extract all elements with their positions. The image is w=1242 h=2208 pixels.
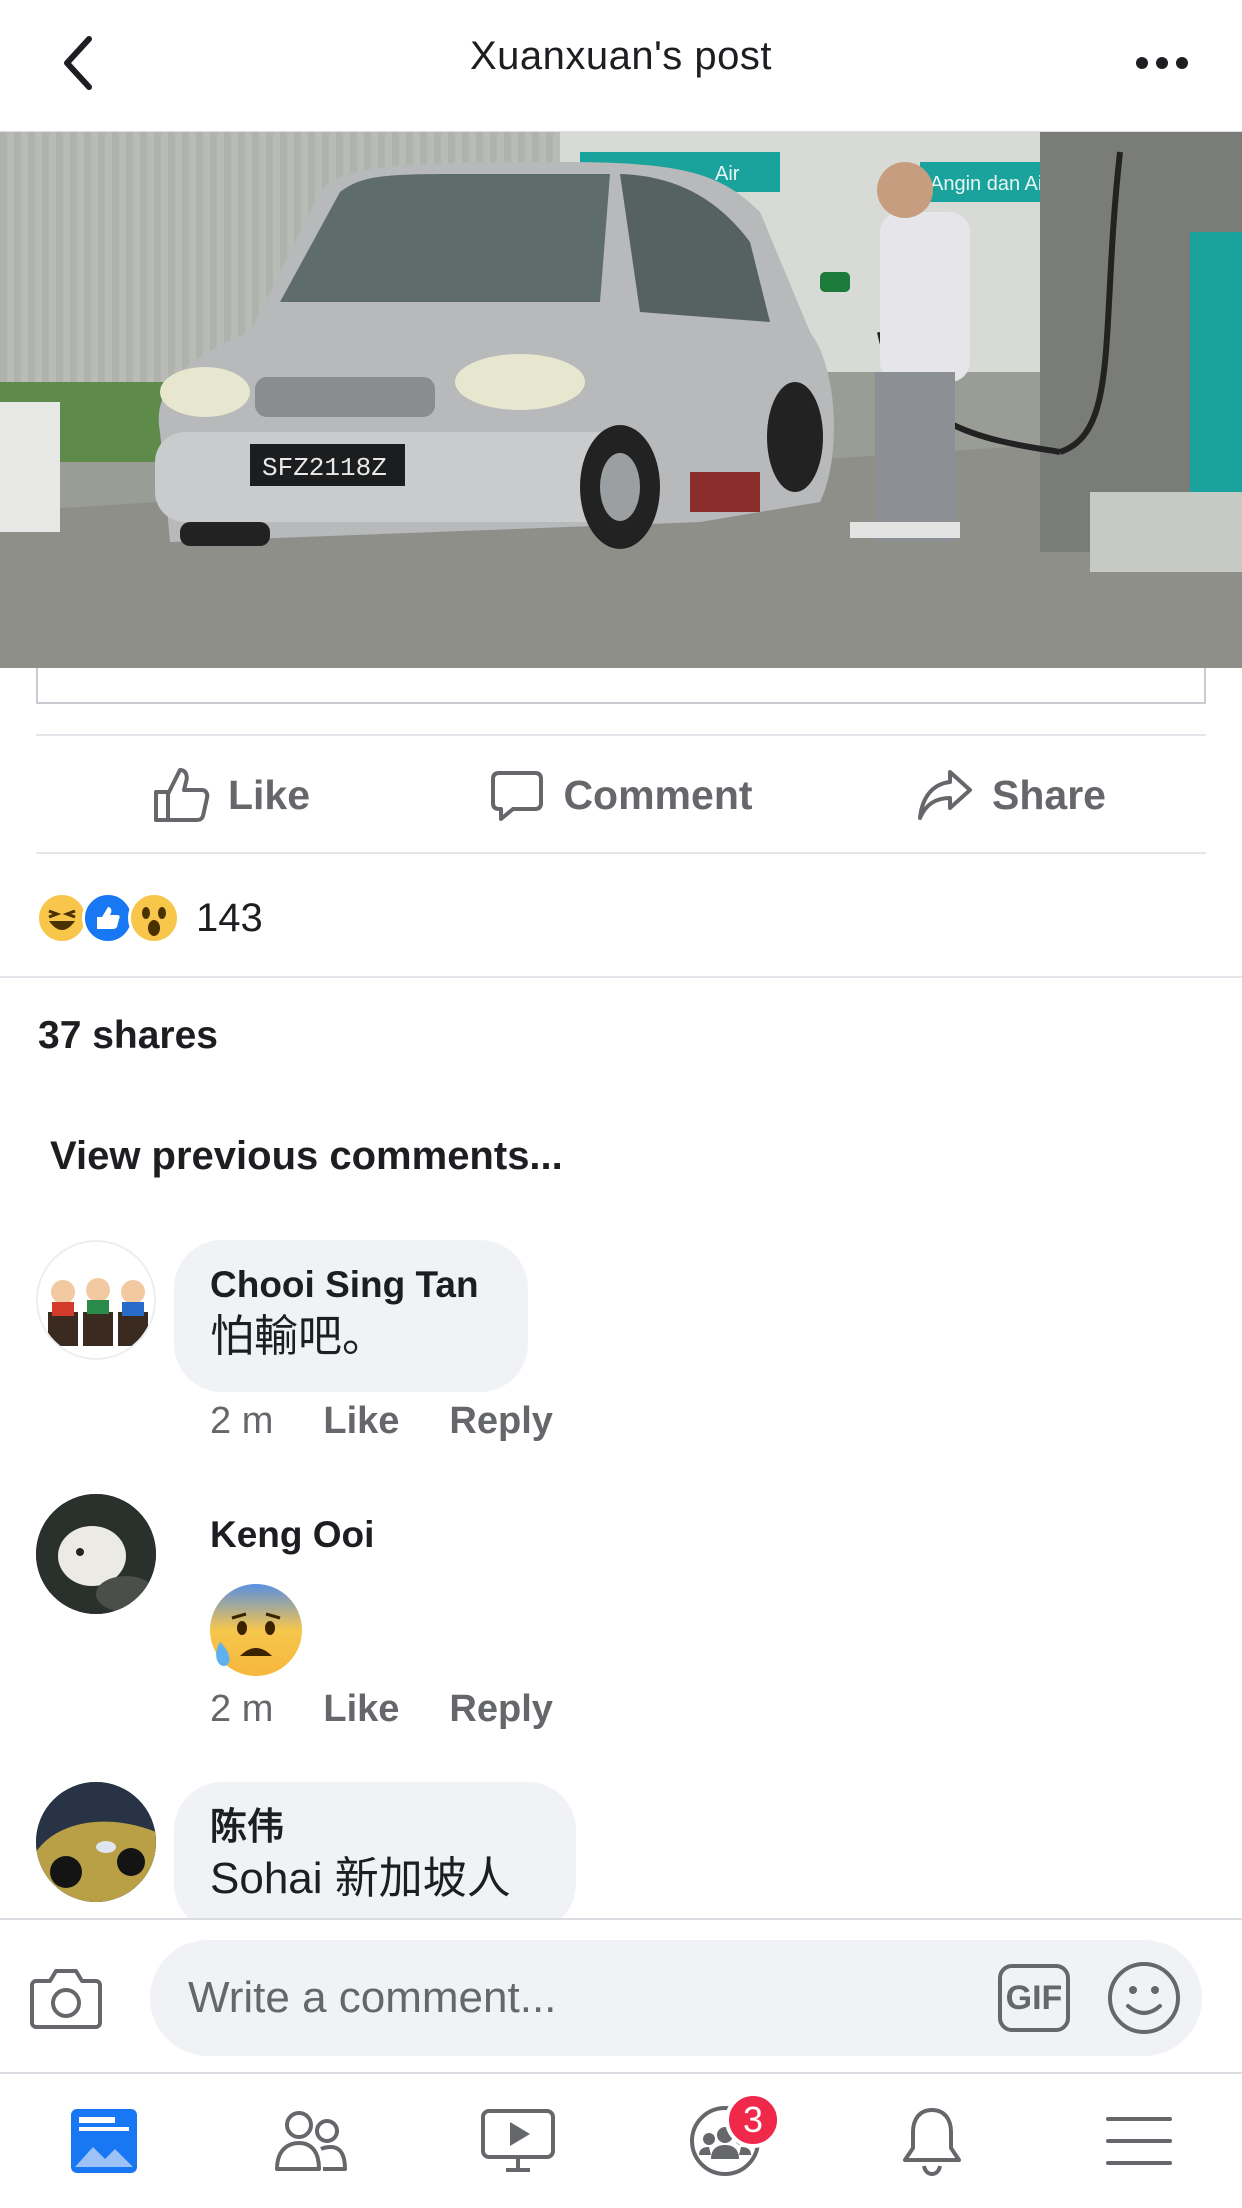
- comment-icon: [491, 771, 544, 821]
- like-label: Like: [227, 771, 311, 818]
- avatar[interactable]: [36, 1240, 156, 1360]
- emoji-button[interactable]: [1106, 1960, 1182, 2036]
- post-actions: Like Comment Share: [36, 736, 1206, 854]
- divider: [0, 976, 1242, 978]
- smiley-icon: [1108, 1962, 1180, 2034]
- menu-icon: [1105, 2117, 1172, 2165]
- comment-text: Sohai 新加坡人: [210, 1854, 511, 1903]
- gif-button[interactable]: GIF: [998, 1964, 1070, 2032]
- share-icon: [918, 770, 973, 820]
- reaction-summary[interactable]: 143: [36, 888, 263, 948]
- notification-badge: 3: [725, 2092, 781, 2148]
- comment-label: Comment: [563, 771, 753, 818]
- shares-count[interactable]: 37 shares: [38, 1014, 218, 1058]
- gif-label: GIF: [1005, 1978, 1063, 2017]
- thumbs-up-icon: [153, 768, 210, 822]
- post-photo[interactable]: Air Angin dan Ai SFZ2118Z: [0, 132, 1242, 668]
- comment-like-button[interactable]: Like: [323, 1400, 399, 1443]
- comment-bubble[interactable]: Chooi Sing Tan 怕輸吧。: [174, 1240, 528, 1392]
- comment-like-button[interactable]: Like: [323, 1688, 399, 1731]
- comment-reply-button[interactable]: Reply: [449, 1400, 552, 1443]
- link-preview-frame: [36, 668, 1206, 704]
- photo-sign-left: Air: [715, 163, 740, 185]
- photo-sign-right: Angin dan Ai: [930, 173, 1042, 195]
- comment-author[interactable]: 陈伟: [210, 1804, 540, 1850]
- watch-icon: [480, 2109, 555, 2172]
- reaction-count: 143: [196, 895, 263, 940]
- comment-bubble[interactable]: 陈伟 Sohai 新加坡人: [174, 1782, 576, 1932]
- bell-icon: [902, 2108, 961, 2176]
- tab-friends[interactable]: [207, 2074, 414, 2208]
- comment-author[interactable]: Chooi Sing Tan: [210, 1262, 492, 1308]
- like-button[interactable]: Like: [36, 766, 426, 824]
- tab-groups[interactable]: 3: [621, 2074, 828, 2208]
- tab-notifications[interactable]: [828, 2074, 1035, 2208]
- comment-reply-button[interactable]: Reply: [449, 1688, 552, 1731]
- camera-icon: [30, 1969, 102, 2029]
- plate-text: SFZ2118Z: [262, 453, 387, 483]
- comment-meta: 2 m Like Reply: [210, 1400, 553, 1443]
- view-previous-comments-link[interactable]: View previous comments...: [50, 1134, 563, 1179]
- haha-reaction-icon: [36, 892, 88, 944]
- more-horizontal-icon: [1136, 57, 1188, 69]
- tab-menu[interactable]: [1035, 2074, 1242, 2208]
- comment-placeholder: Write a comment...: [188, 1973, 557, 2022]
- avatar[interactable]: [36, 1782, 156, 1902]
- more-options-button[interactable]: [1122, 28, 1202, 98]
- wow-reaction-icon: [128, 892, 180, 944]
- divider: [36, 852, 1206, 854]
- share-button[interactable]: Share: [816, 768, 1206, 822]
- comment-meta: 2 m Like Reply: [210, 1688, 553, 1731]
- like-reaction-icon: [82, 892, 134, 944]
- tab-news-feed[interactable]: [0, 2074, 207, 2208]
- comment-composer: Write a comment... GIF: [0, 1918, 1242, 2074]
- comment-time: 2 m: [210, 1688, 274, 1730]
- news-feed-icon: [70, 2109, 137, 2173]
- tab-watch[interactable]: [414, 2074, 621, 2208]
- comment-button[interactable]: Comment: [426, 767, 816, 823]
- comment-author[interactable]: Keng Ooi: [210, 1512, 374, 1558]
- friends-icon: [274, 2111, 347, 2171]
- comment-text: 怕輸吧。: [210, 1312, 386, 1361]
- avatar[interactable]: [36, 1494, 156, 1614]
- camera-button[interactable]: [28, 1960, 104, 2036]
- bottom-tab-bar: 3: [0, 2074, 1242, 2208]
- comment-time: 2 m: [210, 1400, 274, 1442]
- top-bar: Xuanxuan's post: [0, 0, 1242, 132]
- page-title: Xuanxuan's post: [469, 34, 772, 78]
- anxious-sweat-emoji: [208, 1582, 304, 1678]
- share-label: Share: [992, 771, 1106, 818]
